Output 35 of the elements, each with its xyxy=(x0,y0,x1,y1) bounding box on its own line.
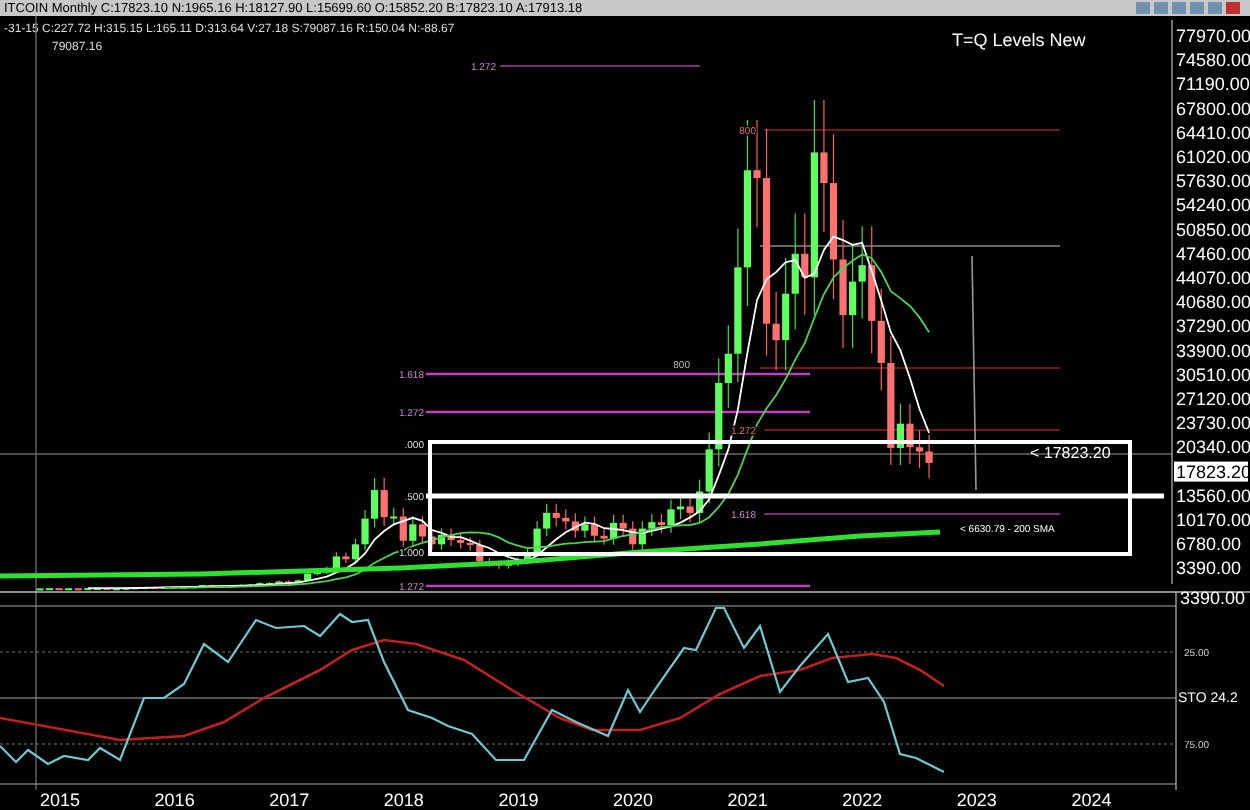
year-label: 2024 xyxy=(1071,790,1112,810)
price-axis-label: 13560.00 xyxy=(1176,485,1250,506)
price-axis-label: 57630.00 xyxy=(1176,171,1250,192)
price-axis-label: 77970.00 xyxy=(1176,26,1250,46)
price-axis-label: 67800.00 xyxy=(1176,98,1250,119)
year-label: 2023 xyxy=(956,790,997,810)
price-axis-label: 64410.00 xyxy=(1176,122,1250,143)
price-axis-label: 44070.00 xyxy=(1176,268,1250,288)
price-axis-label: 74580.00 xyxy=(1176,50,1250,71)
price-axis-label: 3390.00 xyxy=(1176,558,1242,579)
price-axis-label: 61020.00 xyxy=(1176,147,1250,167)
year-label: 2018 xyxy=(383,790,424,810)
price-annotation: < 17823.20 xyxy=(1030,444,1111,462)
year-label: 2015 xyxy=(40,790,81,810)
price-axis-label: 50850.00 xyxy=(1176,219,1250,240)
price-axis-label: 3390.00 xyxy=(1180,588,1246,608)
price-axis-label: 54240.00 xyxy=(1176,195,1250,216)
year-label: 2017 xyxy=(269,790,310,810)
price-axis-label: 27120.00 xyxy=(1176,389,1250,409)
price-axis-label: 23730.00 xyxy=(1176,413,1250,434)
year-label: 2019 xyxy=(498,790,539,810)
year-label: 2016 xyxy=(154,790,195,810)
price-axis-label: 30510.00 xyxy=(1176,364,1250,385)
year-label: 2021 xyxy=(727,790,768,810)
price-axis-label: 10170.00 xyxy=(1176,510,1250,530)
chart-title: T=Q Levels New xyxy=(952,30,1086,50)
price-axis-label: 40680.00 xyxy=(1176,292,1250,313)
price-axis-label: 37290.00 xyxy=(1176,316,1250,337)
price-axis-label: 20340.00 xyxy=(1176,437,1250,458)
price-axis-label: 33900.00 xyxy=(1176,340,1250,361)
year-label: 2020 xyxy=(613,790,654,810)
price-axis-label: 71190.00 xyxy=(1176,74,1250,95)
year-label: 2022 xyxy=(842,790,883,810)
price-axis-label: 47460.00 xyxy=(1176,243,1250,264)
price-axis-label: 6780.00 xyxy=(1176,534,1242,555)
